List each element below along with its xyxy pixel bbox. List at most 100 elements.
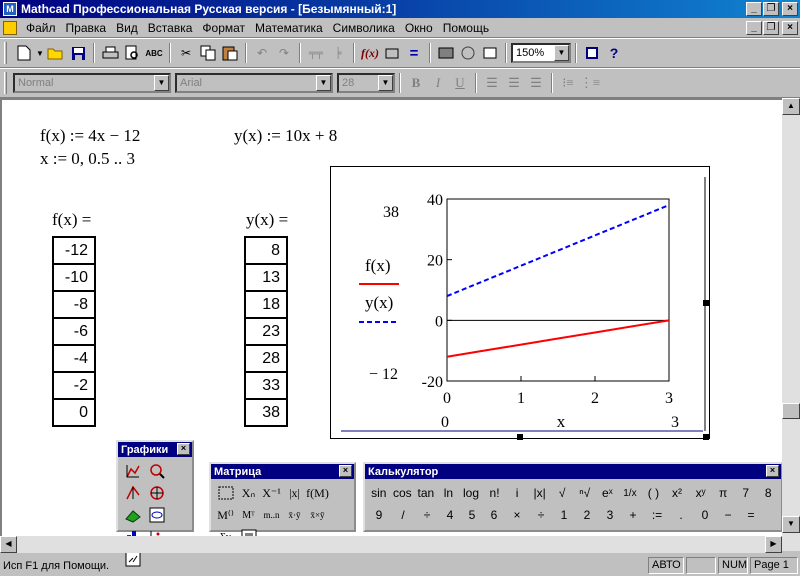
menu-help[interactable]: Помощь bbox=[438, 21, 494, 35]
document-icon[interactable] bbox=[3, 20, 17, 35]
determinant-icon[interactable]: |x| bbox=[283, 482, 306, 504]
calc-plus-button[interactable]: + bbox=[621, 504, 645, 526]
doc-minimize-button[interactable]: _ bbox=[746, 21, 762, 35]
menu-view[interactable]: Вид bbox=[111, 21, 143, 35]
calc-minus-button[interactable]: − bbox=[717, 504, 739, 526]
calc-factorial-button[interactable]: n! bbox=[483, 482, 507, 504]
calc-nroot-button[interactable]: ⁿ√ bbox=[573, 482, 597, 504]
close-button[interactable]: × bbox=[782, 2, 798, 16]
scroll-up-icon[interactable]: ▲ bbox=[782, 98, 800, 115]
insert-matrix-icon[interactable] bbox=[214, 482, 237, 504]
menu-window[interactable]: Окно bbox=[400, 21, 438, 35]
trace-plot-icon[interactable] bbox=[121, 482, 145, 504]
graphs-palette[interactable]: Графики × bbox=[116, 440, 194, 567]
calc-2-button[interactable]: 2 bbox=[575, 504, 599, 526]
font-size-select[interactable]: 28 ▼ bbox=[337, 73, 395, 93]
y-evaluation-label[interactable]: y(x) = bbox=[246, 210, 288, 230]
calc-0-button[interactable]: 0 bbox=[693, 504, 717, 526]
save-disk-icon[interactable] bbox=[67, 42, 89, 64]
y-definition[interactable]: y(x) := 10x + 8 bbox=[234, 126, 337, 146]
calculator-palette-titlebar[interactable]: Калькулятор × bbox=[365, 464, 781, 479]
plot-resize-handle-right[interactable] bbox=[703, 300, 709, 306]
scroll-right-icon[interactable]: ▶ bbox=[765, 536, 782, 553]
paste-icon[interactable] bbox=[219, 42, 241, 64]
new-document-icon[interactable] bbox=[13, 42, 35, 64]
calc-reciprocal-button[interactable]: 1/x bbox=[618, 482, 642, 504]
minimize-button[interactable]: _ bbox=[746, 2, 762, 16]
x-range-definition[interactable]: x := 0, 0.5 .. 3 bbox=[40, 149, 135, 169]
calc-tan-button[interactable]: tan bbox=[414, 482, 438, 504]
transpose-icon[interactable]: Mᵀ bbox=[237, 504, 260, 526]
calc-parens-button[interactable]: ( ) bbox=[642, 482, 666, 504]
new-dropdown-icon[interactable]: ▼ bbox=[35, 42, 45, 64]
style-dropdown-icon[interactable]: ▼ bbox=[154, 75, 169, 91]
bullet-list-icon[interactable]: ⁝≡ bbox=[557, 72, 579, 94]
calc-imaginary-button[interactable]: i bbox=[506, 482, 528, 504]
doc-restore-button[interactable]: ❐ bbox=[763, 21, 779, 35]
calc-3-button[interactable]: 3 bbox=[599, 504, 621, 526]
inverse-icon[interactable]: X⁻¹ bbox=[260, 482, 283, 504]
calculate-equals-icon[interactable]: = bbox=[403, 42, 425, 64]
calc-8-button[interactable]: 8 bbox=[757, 482, 779, 504]
align-right-text-icon[interactable]: ☰ bbox=[525, 72, 547, 94]
calc-5-button[interactable]: 5 bbox=[461, 504, 483, 526]
align-center-text-icon[interactable]: ☰ bbox=[503, 72, 525, 94]
calc-multiply-button[interactable]: × bbox=[505, 504, 529, 526]
calc-pi-button[interactable]: π bbox=[712, 482, 734, 504]
redo-icon[interactable]: ↷ bbox=[273, 42, 295, 64]
polar-plot-icon[interactable] bbox=[145, 482, 169, 504]
menu-math[interactable]: Математика bbox=[250, 21, 328, 35]
zoom-plot-icon[interactable] bbox=[145, 460, 169, 482]
calc-fraction-button[interactable]: ÷ bbox=[415, 504, 439, 526]
calculator-palette-close-icon[interactable]: × bbox=[766, 465, 779, 477]
menu-file[interactable]: Файл bbox=[21, 21, 61, 35]
calc-1-button[interactable]: 1 bbox=[553, 504, 575, 526]
mathcad-app-icon[interactable]: M bbox=[3, 2, 17, 16]
graphs-palette-close-icon[interactable]: × bbox=[177, 443, 190, 455]
scroll-down-icon[interactable]: ▼ bbox=[782, 516, 800, 533]
calc-cos-button[interactable]: cos bbox=[391, 482, 415, 504]
menu-edit[interactable]: Правка bbox=[61, 21, 112, 35]
align-top-icon[interactable]: ╤╤ bbox=[305, 42, 327, 64]
subscript-xn-icon[interactable]: Xₙ bbox=[237, 482, 260, 504]
insert-component-icon[interactable] bbox=[435, 42, 457, 64]
zoom-select[interactable]: 150% ▼ bbox=[511, 43, 571, 63]
style-select[interactable]: Normal ▼ bbox=[13, 73, 171, 93]
horizontal-scrollbar[interactable]: ◀ ▶ bbox=[0, 536, 782, 553]
xy-plot-icon[interactable] bbox=[121, 460, 145, 482]
matrix-palette[interactable]: Матрица × Xₙ X⁻¹ |x| f(M) M⁽⁾ Mᵀ m..n x̄… bbox=[209, 462, 356, 545]
align-left-icon[interactable]: ╞ bbox=[327, 42, 349, 64]
print-preview-icon[interactable] bbox=[121, 42, 143, 64]
calc-log-button[interactable]: log bbox=[459, 482, 483, 504]
calc-sin-button[interactable]: sin bbox=[367, 482, 391, 504]
undo-icon[interactable]: ↶ bbox=[251, 42, 273, 64]
calc-slash-button[interactable]: / bbox=[391, 504, 415, 526]
calc-9-button[interactable]: 9 bbox=[367, 504, 391, 526]
calculator-palette[interactable]: Калькулятор × sin cos tan ln log n! i |x… bbox=[363, 462, 783, 532]
y-values-table[interactable]: 8 13 18 23 28 33 38 bbox=[244, 236, 288, 427]
plot-resize-handle-bottom[interactable] bbox=[517, 434, 523, 440]
numbered-list-icon[interactable]: ⋮≡ bbox=[579, 72, 601, 94]
italic-icon[interactable]: I bbox=[427, 72, 449, 94]
print-icon[interactable] bbox=[99, 42, 121, 64]
calc-square-button[interactable]: x² bbox=[665, 482, 689, 504]
underline-icon[interactable]: U bbox=[449, 72, 471, 94]
zoom-dropdown-icon[interactable]: ▼ bbox=[554, 45, 569, 61]
calc-4-button[interactable]: 4 bbox=[439, 504, 461, 526]
calc-abs-button[interactable]: |x| bbox=[528, 482, 552, 504]
matrix-palette-titlebar[interactable]: Матрица × bbox=[211, 464, 354, 479]
calc-exp-button[interactable]: eˣ bbox=[597, 482, 619, 504]
cross-product-icon[interactable]: x̄×ȳ bbox=[306, 504, 329, 526]
graphs-palette-titlebar[interactable]: Графики × bbox=[118, 442, 192, 457]
f-definition[interactable]: f(x) := 4x − 12 bbox=[40, 126, 140, 146]
resource-icon[interactable] bbox=[457, 42, 479, 64]
calc-7-button[interactable]: 7 bbox=[734, 482, 758, 504]
vertical-scroll-thumb[interactable] bbox=[782, 403, 800, 419]
calc-power-button[interactable]: xʸ bbox=[689, 482, 713, 504]
xy-plot-region[interactable]: -20 0 20 40 0 1 2 3 f(x) y(x) 38− 12 0 3 x bbox=[330, 166, 710, 439]
dot-product-icon[interactable]: x̄·ȳ bbox=[283, 504, 306, 526]
cut-scissors-icon[interactable]: ✂ bbox=[175, 42, 197, 64]
calc-define-button[interactable]: := bbox=[645, 504, 669, 526]
calc-equals-button[interactable]: = bbox=[739, 504, 763, 526]
font-size-dropdown-icon[interactable]: ▼ bbox=[378, 75, 393, 91]
